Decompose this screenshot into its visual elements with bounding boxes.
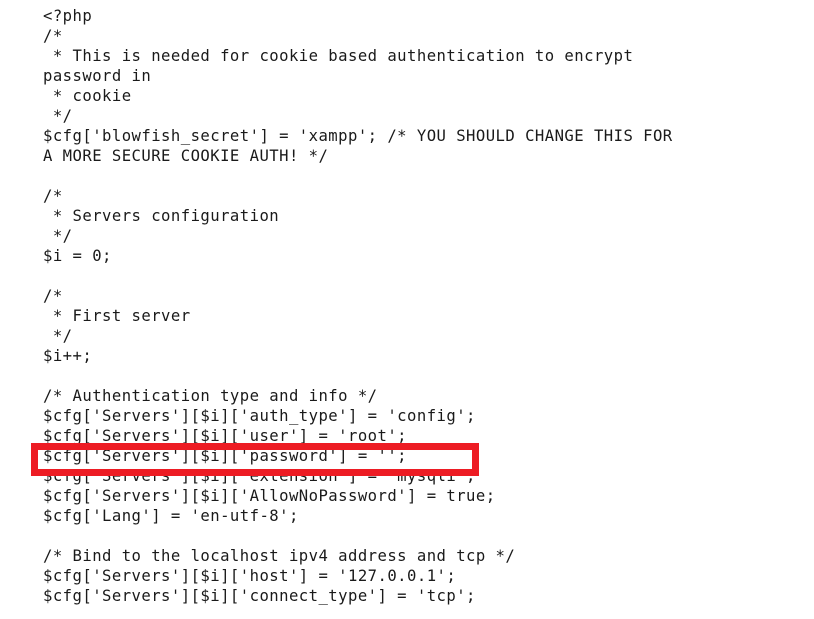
code-line: $i = 0; bbox=[43, 247, 112, 265]
code-line: /* bbox=[43, 187, 63, 205]
code-line: /* bbox=[43, 27, 63, 45]
code-line-password: $cfg['Servers'][$i]['password'] = ''; bbox=[43, 447, 408, 465]
code-line: /* Bind to the localhost ipv4 address an… bbox=[43, 547, 516, 565]
code-line: $cfg['Servers'][$i]['user'] = 'root'; bbox=[43, 427, 408, 445]
code-line: */ bbox=[43, 227, 73, 245]
code-line: * First server bbox=[43, 307, 191, 325]
code-line: $cfg['Servers'][$i]['connect_type'] = 't… bbox=[43, 587, 476, 605]
code-line: $cfg['Servers'][$i]['extension'] = 'mysq… bbox=[43, 467, 476, 485]
code-line: password in bbox=[43, 67, 152, 85]
code-line: * This is needed for cookie based authen… bbox=[43, 47, 634, 65]
code-line: A MORE SECURE COOKIE AUTH! */ bbox=[43, 147, 329, 165]
code-line: $cfg['Servers'][$i]['AllowNoPassword'] =… bbox=[43, 487, 496, 505]
code-viewer: <?php /* * This is needed for cookie base… bbox=[0, 0, 814, 619]
code-line: * Servers configuration bbox=[43, 207, 280, 225]
code-line: <?php bbox=[43, 7, 93, 25]
code-line: $i++; bbox=[43, 347, 93, 365]
code-line: $cfg['Lang'] = 'en-utf-8'; bbox=[43, 507, 299, 525]
code-line: */ bbox=[43, 327, 73, 345]
code-line: $cfg['blowfish_secret'] = 'xampp'; /* YO… bbox=[43, 127, 673, 145]
code-line: $cfg['Servers'][$i]['host'] = '127.0.0.1… bbox=[43, 567, 457, 585]
php-source-listing: <?php /* * This is needed for cookie base… bbox=[43, 6, 673, 606]
code-line: /* Authentication type and info */ bbox=[43, 387, 378, 405]
code-line: /* bbox=[43, 287, 63, 305]
code-line: $cfg['Servers'][$i]['auth_type'] = 'conf… bbox=[43, 407, 476, 425]
code-line: * cookie bbox=[43, 87, 132, 105]
code-line: */ bbox=[43, 107, 73, 125]
